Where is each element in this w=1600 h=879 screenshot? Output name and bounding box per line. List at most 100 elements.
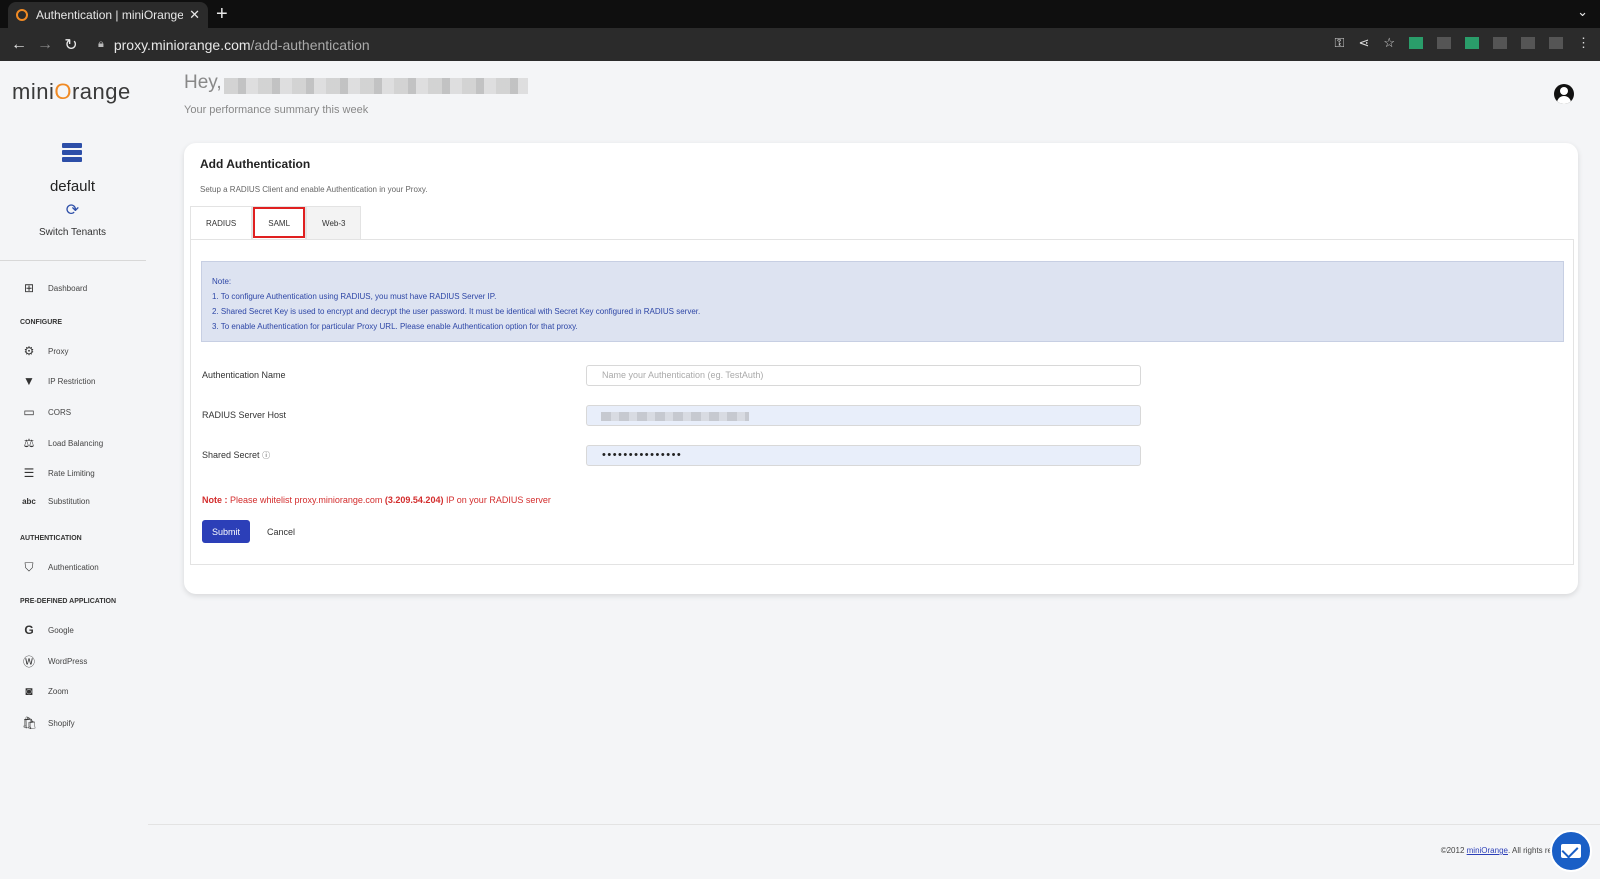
abc-icon: abc — [22, 497, 36, 506]
tab-web3[interactable]: Web-3 — [306, 206, 362, 239]
sidebar-item-label: Dashboard — [48, 283, 88, 293]
sidebar-item-wordpress[interactable]: Ⓦ WordPress — [22, 653, 87, 670]
user-avatar-icon[interactable] — [1554, 84, 1574, 104]
tab-radius[interactable]: RADIUS — [190, 206, 253, 239]
sidebar-item-label: WordPress — [48, 657, 88, 666]
switch-tenants-link[interactable]: Switch Tenants — [0, 227, 145, 238]
new-tab-button[interactable]: + — [216, 2, 228, 26]
close-tab-icon[interactable]: ✕ — [189, 7, 200, 23]
browser-tabstrip: Authentication | miniOrange ✕ + ⌄ — [0, 0, 1600, 28]
footer-brand-link[interactable]: miniOrange — [1467, 846, 1508, 855]
logo-text: range — [71, 79, 131, 104]
lock-icon[interactable]: 🔒︎ — [98, 38, 104, 51]
sidebar-item-label: CORS — [48, 407, 72, 417]
note-line: 3. To enable Authentication for particul… — [212, 322, 578, 331]
browser-tab[interactable]: Authentication | miniOrange ✕ — [8, 2, 208, 28]
sidebar-item-label: Proxy — [48, 346, 69, 356]
laptop-icon: ▭ — [23, 405, 35, 419]
sidebar-item-dashboard[interactable]: ⊞ Dashboard — [22, 281, 87, 295]
cancel-button[interactable]: Cancel — [259, 520, 303, 543]
sidebar-item-label: Rate Limiting — [48, 468, 95, 478]
sidebar-item-label: IP Restriction — [48, 376, 96, 386]
sidebar-item-label: Google — [48, 625, 74, 635]
extension-icon[interactable] — [1549, 37, 1563, 49]
greeting: Hey, — [184, 72, 222, 93]
sidebar-item-zoom[interactable]: ◙ Zoom — [22, 684, 68, 698]
sidebar-item-proxy[interactable]: ⚙ Proxy — [22, 344, 69, 358]
sidebar-item-shopify[interactable]: 🛍︎ Shopify — [22, 716, 75, 730]
reload-icon[interactable]: ↻ — [58, 35, 84, 55]
sidebar-item-label: Authentication — [48, 563, 99, 572]
sidebar-item-load-balancing[interactable]: ⚖ Load Balancing — [22, 436, 104, 450]
whitelist-note: Note : Please whitelist proxy.miniorange… — [202, 495, 551, 505]
tenant-name: default — [49, 178, 96, 195]
sidebar-item-label: Load Balancing — [48, 438, 104, 448]
sidebar-divider — [0, 260, 146, 261]
chevron-down-icon[interactable]: ⌄ — [1577, 4, 1588, 20]
browser-toolbar: ← → ↻ 🔒︎ proxy.miniorange.com/add-authen… — [0, 28, 1600, 61]
refresh-icon[interactable]: ⟳ — [0, 200, 145, 220]
note-line: 1. To configure Authentication using RAD… — [212, 292, 497, 301]
filter-icon: ▼ — [23, 374, 35, 388]
auth-name-label: Authentication Name — [202, 370, 286, 380]
section-predefined: PRE-DEFINED APPLICATION — [20, 598, 117, 605]
footer-divider — [148, 824, 1600, 825]
sidebar-item-substitution[interactable]: abc Substitution — [22, 497, 90, 506]
extension-icon[interactable] — [1465, 37, 1479, 49]
logo-o: O — [54, 79, 72, 104]
whitelist-ip: (3.209.54.204) — [384, 495, 444, 505]
card-description: Setup a RADIUS Client and enable Authent… — [200, 185, 428, 194]
extension-icon[interactable] — [1493, 37, 1507, 49]
info-note: Note: 1. To configure Authentication usi… — [201, 261, 1564, 342]
auth-name-input[interactable]: Name your Authentication (eg. TestAuth) — [586, 365, 1141, 386]
wordpress-icon: Ⓦ — [22, 655, 35, 669]
star-icon[interactable]: ☆ — [1383, 35, 1395, 51]
sidebar-item-cors[interactable]: ▭ CORS — [22, 405, 71, 419]
footer-rights: . All rights res — [1507, 846, 1556, 855]
sidebar-item-label: Substitution — [48, 497, 90, 506]
extension-icon[interactable] — [1437, 37, 1451, 49]
sidebar-item-rate-limiting[interactable]: ☰ Rate Limiting — [22, 466, 95, 480]
tab-saml[interactable]: SAML — [252, 206, 307, 239]
redacted-host — [601, 412, 749, 421]
back-icon[interactable]: ← — [6, 36, 32, 54]
google-icon: G — [24, 623, 34, 637]
shield-icon: ⛉ — [24, 560, 34, 574]
shopify-icon: 🛍︎ — [22, 716, 38, 730]
info-icon[interactable]: ⓘ — [262, 451, 270, 460]
mail-icon[interactable] — [1550, 830, 1592, 872]
add-authentication-card: Add Authentication Setup a RADIUS Client… — [184, 143, 1578, 594]
sidebar-item-label: Shopify — [48, 718, 75, 728]
radius-host-input[interactable] — [586, 405, 1141, 426]
url-path: /add-authentication — [250, 36, 370, 53]
address-bar[interactable]: proxy.miniorange.com/add-authentication — [114, 37, 370, 53]
logo-text: mini — [12, 79, 55, 104]
auth-tabs: RADIUS SAML Web-3 — [190, 206, 362, 239]
tab-title: Authentication | miniOrange — [36, 8, 184, 22]
gear-icon: ⚙ — [23, 344, 35, 358]
more-menu-icon[interactable]: ⋮ — [1577, 35, 1590, 51]
tab-content: Note: 1. To configure Authentication usi… — [190, 239, 1574, 565]
shared-secret-label: Shared Secret ⓘ — [202, 450, 270, 461]
note-line: 2. Shared Secret Key is used to encrypt … — [212, 307, 701, 316]
extension-icon[interactable] — [1521, 37, 1535, 49]
miniorange-logo[interactable]: miniOrange — [12, 79, 131, 105]
submit-button[interactable]: Submit — [202, 520, 250, 543]
share-icon[interactable]: ⋖ — [1358, 35, 1369, 51]
grid-icon: ⊞ — [23, 281, 35, 295]
sidebar-item-ip-restriction[interactable]: ▼ IP Restriction — [22, 374, 95, 388]
sidebar-item-google[interactable]: G Google — [22, 623, 74, 637]
shared-secret-input[interactable]: ••••••••••••••• — [586, 445, 1141, 466]
zoom-icon: ◙ — [25, 684, 33, 698]
extension-icon[interactable] — [1409, 37, 1423, 49]
key-icon[interactable]: ⚿ — [1335, 35, 1345, 51]
whitelist-prefix: Note : — [202, 495, 228, 505]
sidebar-item-authentication[interactable]: ⛉ Authentication — [22, 560, 99, 575]
sidebar-item-label: Zoom — [48, 686, 69, 696]
redacted-username — [224, 78, 528, 94]
url-host: proxy.miniorange.com — [113, 36, 251, 53]
shared-secret-text: Shared Secret — [202, 450, 260, 460]
forward-icon[interactable]: → — [32, 36, 58, 54]
section-authentication: AUTHENTICATION — [20, 535, 82, 542]
password-value: ••••••••••••••• — [602, 449, 683, 461]
